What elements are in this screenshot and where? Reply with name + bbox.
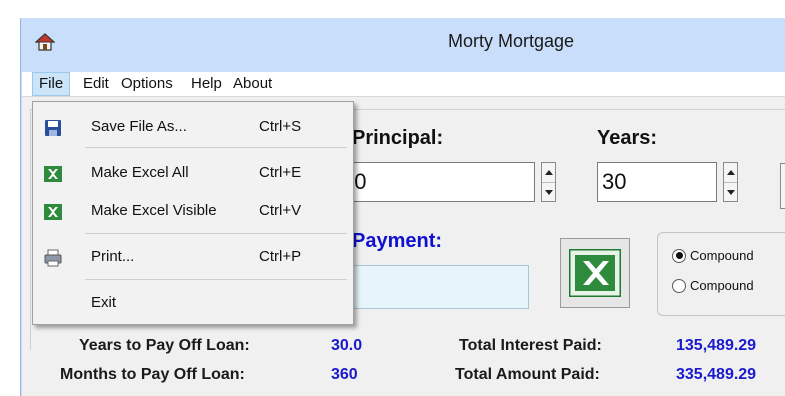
total-interest-value: 135,489.29 bbox=[676, 337, 757, 354]
years-input[interactable]: 30 bbox=[597, 162, 717, 202]
years-label: Years: bbox=[597, 127, 658, 149]
total-amount-value: 335,489.29 bbox=[676, 366, 757, 383]
menu-item-print[interactable]: Print... Ctrl+P bbox=[33, 242, 351, 272]
years-to-pay-value: 30.0 bbox=[331, 337, 363, 354]
menu-help[interactable]: Help bbox=[185, 72, 228, 96]
menu-item-shortcut: Ctrl+V bbox=[259, 202, 302, 219]
total-amount-label: Total Amount Paid: bbox=[455, 366, 600, 383]
excel-icon bbox=[44, 166, 62, 182]
excel-icon bbox=[44, 204, 62, 220]
compound-option-2[interactable]: Compound bbox=[672, 278, 754, 293]
principal-spinner[interactable] bbox=[541, 162, 556, 202]
spin-up-icon[interactable] bbox=[542, 163, 555, 183]
window-title: Morty Mortgage bbox=[447, 31, 575, 51]
compound-option-label: Compound bbox=[690, 248, 754, 263]
menu-file[interactable]: File bbox=[32, 72, 71, 96]
menu-item-label: Save File As... bbox=[91, 118, 187, 135]
years-spinner[interactable] bbox=[723, 162, 738, 202]
partial-control[interactable] bbox=[780, 163, 785, 209]
menu-separator bbox=[85, 279, 347, 280]
file-menu-dropdown: Save File As... Ctrl+S Make Excel All Ct… bbox=[32, 101, 354, 325]
menu-edit[interactable]: Edit bbox=[77, 72, 115, 96]
title-bar[interactable]: Morty Mortgage bbox=[21, 18, 785, 72]
total-interest-label: Total Interest Paid: bbox=[459, 337, 602, 354]
payment-label: Payment: bbox=[352, 230, 443, 252]
compound-option-1[interactable]: Compound bbox=[672, 248, 754, 263]
menu-item-shortcut: Ctrl+S bbox=[259, 118, 302, 135]
principal-input[interactable]: 00 bbox=[337, 162, 535, 202]
spin-down-icon[interactable] bbox=[724, 183, 737, 202]
menu-item-make-excel-all[interactable]: Make Excel All Ctrl+E bbox=[33, 158, 351, 188]
compound-option-label: Compound bbox=[690, 278, 754, 293]
menu-item-exit[interactable]: Exit bbox=[33, 288, 351, 318]
printer-icon bbox=[44, 249, 62, 267]
payment-output bbox=[337, 265, 529, 309]
menu-separator bbox=[85, 233, 347, 234]
radio-button[interactable] bbox=[672, 278, 686, 293]
excel-button[interactable] bbox=[560, 238, 630, 308]
spin-up-icon[interactable] bbox=[724, 163, 737, 183]
menu-item-label: Make Excel All bbox=[91, 164, 189, 181]
menu-bar: File Edit Options Help About bbox=[22, 72, 785, 97]
menu-options[interactable]: Options bbox=[115, 72, 179, 96]
menu-item-make-excel-visible[interactable]: Make Excel Visible Ctrl+V bbox=[33, 196, 351, 226]
menu-item-shortcut: Ctrl+P bbox=[259, 248, 302, 265]
radio-button[interactable] bbox=[672, 248, 686, 263]
principal-label: Principal: bbox=[352, 127, 444, 149]
menu-about[interactable]: About bbox=[227, 72, 278, 96]
floppy-disk-icon bbox=[45, 120, 61, 136]
menu-item-save-file-as[interactable]: Save File As... Ctrl+S bbox=[33, 112, 351, 142]
months-to-pay-value: 360 bbox=[331, 366, 358, 383]
menu-item-label: Print... bbox=[91, 248, 135, 265]
menu-item-label: Make Excel Visible bbox=[91, 202, 217, 219]
excel-icon bbox=[569, 249, 621, 297]
years-to-pay-label: Years to Pay Off Loan: bbox=[79, 337, 250, 354]
menu-item-label: Exit bbox=[91, 294, 117, 311]
compound-radio-group: Compound Compound bbox=[657, 232, 785, 316]
spin-down-icon[interactable] bbox=[542, 183, 555, 202]
menu-item-shortcut: Ctrl+E bbox=[259, 164, 302, 181]
months-to-pay-label: Months to Pay Off Loan: bbox=[60, 366, 245, 383]
menu-separator bbox=[85, 147, 347, 148]
